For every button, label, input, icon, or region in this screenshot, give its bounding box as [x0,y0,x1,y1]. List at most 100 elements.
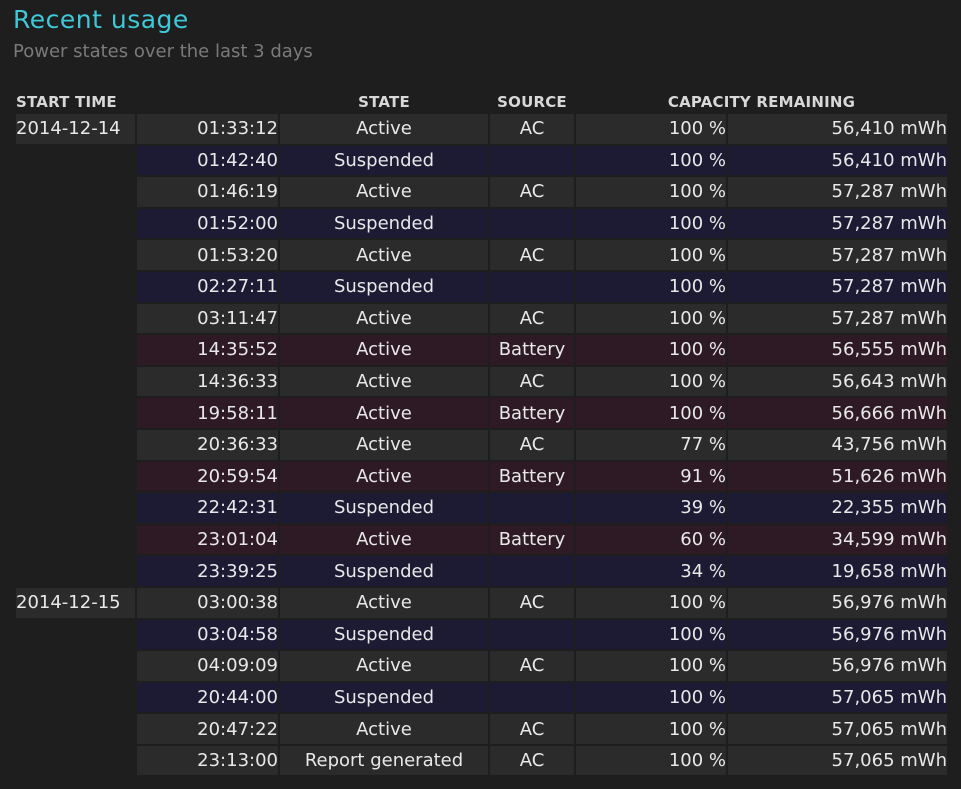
capacity-percent-cell: 100 % [576,303,726,334]
table-row: 01:42:40 Suspended 100 % 56,410 mWh [16,145,947,176]
capacity-energy-cell: 34,599 mWh [728,524,947,555]
page-title: Recent usage [13,5,189,34]
start-time-cell: 20:59:54 [137,461,278,492]
capacity-energy-cell: 57,287 mWh [728,208,947,239]
source-cell [490,145,574,176]
table-row: 22:42:31 Suspended 39 % 22,355 mWh [16,493,947,523]
start-date-cell [16,304,135,334]
capacity-percent-cell: 100 % [576,714,726,744]
capacity-energy-cell: 57,287 mWh [728,240,947,270]
source-cell: AC [490,240,574,270]
table-row: 04:09:09 Active AC 100 % 56,976 mWh [16,651,947,681]
table-row: 14:35:52 Active Battery 100 % 56,555 mWh [16,335,947,365]
state-cell: Active [280,651,488,681]
table-row: 01:46:19 Active AC 100 % 57,287 mWh [16,177,947,207]
table-row: 2014-12-14 01:33:12 Active AC 100 % 56,410 mW… [16,114,947,144]
source-cell: AC [490,429,574,460]
start-time-cell: 04:09:09 [137,651,278,681]
start-time-cell: 19:58:11 [137,398,278,428]
state-cell: Active [280,461,488,492]
start-date-cell: 2014-12-14 [16,114,135,144]
capacity-percent-cell: 100 % [576,587,726,618]
capacity-percent-cell: 100 % [576,145,726,176]
table-row: 02:27:11 Suspended 100 % 57,287 mWh [16,271,947,302]
source-cell [490,556,574,586]
table-row: 19:58:11 Active Battery 100 % 56,666 mWh [16,398,947,428]
column-header-start-time: START TIME [16,92,117,111]
table-row: 20:36:33 Active AC 77 % 43,756 mWh [16,429,947,460]
table-row: 03:04:58 Suspended 100 % 56,976 mWh [16,619,947,650]
start-time-cell: 20:47:22 [137,714,278,744]
start-time-cell: 01:46:19 [137,177,278,207]
capacity-percent-cell: 100 % [576,682,726,713]
capacity-percent-cell: 100 % [576,745,726,776]
start-time-cell: 22:42:31 [137,493,278,523]
start-time-cell: 23:01:04 [137,524,278,555]
capacity-percent-cell: 39 % [576,493,726,523]
source-cell [490,271,574,302]
state-cell: Active [280,714,488,744]
source-cell [490,493,574,523]
capacity-percent-cell: 100 % [576,619,726,650]
source-cell: AC [490,114,574,144]
start-time-cell: 14:36:33 [137,366,278,397]
table-row: 20:59:54 Active Battery 91 % 51,626 mWh [16,461,947,492]
capacity-percent-cell: 100 % [576,177,726,207]
start-time-cell: 01:53:20 [137,240,278,270]
state-cell: Active [280,366,488,397]
capacity-energy-cell: 19,658 mWh [728,556,947,586]
start-date-cell [16,525,135,555]
start-time-cell: 23:39:25 [137,556,278,586]
state-cell: Active [280,587,488,618]
state-cell: Suspended [280,556,488,586]
start-time-cell: 01:42:40 [137,145,278,176]
capacity-energy-cell: 57,287 mWh [728,177,947,207]
start-time-cell: 14:35:52 [137,335,278,365]
state-cell: Suspended [280,493,488,523]
start-date-cell [16,367,135,397]
recent-usage-table: START TIME STATE SOURCE CAPACITY REMAINI… [14,89,949,777]
table-header-row: START TIME STATE SOURCE CAPACITY REMAINI… [16,91,947,112]
start-time-cell: 03:11:47 [137,303,278,334]
source-cell [490,619,574,650]
table-row: 23:01:04 Active Battery 60 % 34,599 mWh [16,524,947,555]
capacity-energy-cell: 56,976 mWh [728,587,947,618]
state-cell: Suspended [280,682,488,713]
capacity-percent-cell: 100 % [576,208,726,239]
capacity-energy-cell: 57,287 mWh [728,303,947,334]
capacity-energy-cell: 56,976 mWh [728,619,947,650]
state-cell: Active [280,303,488,334]
state-cell: Active [280,398,488,428]
capacity-percent-cell: 100 % [576,114,726,144]
start-time-cell: 01:52:00 [137,208,278,239]
column-header-capacity-remaining: CAPACITY REMAINING [667,92,856,111]
capacity-percent-cell: 100 % [576,651,726,681]
capacity-percent-cell: 100 % [576,271,726,302]
start-date-cell [16,146,135,176]
start-date-cell [16,177,135,207]
source-cell: AC [490,303,574,334]
capacity-energy-cell: 22,355 mWh [728,493,947,523]
start-date-cell [16,272,135,302]
state-cell: Active [280,524,488,555]
start-date-cell [16,556,135,586]
capacity-energy-cell: 57,065 mWh [728,714,947,744]
capacity-energy-cell: 43,756 mWh [728,429,947,460]
capacity-energy-cell: 56,976 mWh [728,651,947,681]
table-body: 2014-12-14 01:33:12 Active AC 100 % 56,410 mW… [16,114,947,776]
start-date-cell [16,240,135,270]
source-cell: Battery [490,524,574,555]
start-time-cell: 02:27:11 [137,271,278,302]
source-cell: AC [490,587,574,618]
state-cell: Active [280,335,488,365]
capacity-percent-cell: 77 % [576,429,726,460]
table-row: 23:13:00 Report generated AC 100 % 57,065 mW… [16,745,947,776]
start-date-cell [16,651,135,681]
table-row: 23:39:25 Suspended 34 % 19,658 mWh [16,556,947,586]
start-date-cell [16,746,135,776]
capacity-percent-cell: 100 % [576,335,726,365]
source-cell: AC [490,366,574,397]
state-cell: Active [280,114,488,144]
source-cell [490,208,574,239]
source-cell: Battery [490,335,574,365]
